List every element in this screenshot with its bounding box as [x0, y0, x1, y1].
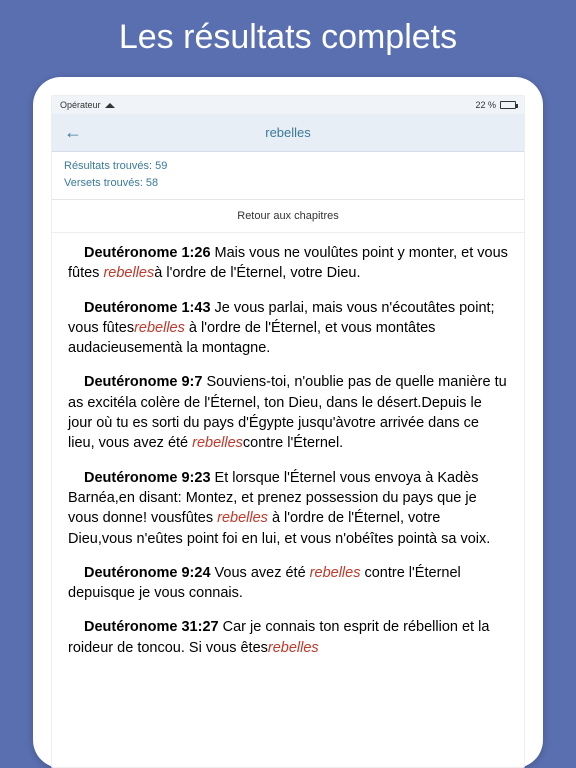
- verse-reference: Deutéronome 1:43: [84, 300, 211, 316]
- verse-item[interactable]: Deutéronome 1:26 Mais vous ne voulûtes p…: [68, 243, 508, 284]
- verse-item[interactable]: Deutéronome 9:7 Souviens-toi, n'oublie p…: [68, 372, 508, 453]
- battery-text: 22 %: [475, 100, 496, 110]
- verse-text-after: à l'ordre de l'Éternel, votre Dieu.: [154, 265, 360, 281]
- battery-icon: [500, 101, 516, 109]
- verse-text-after: contre l'Éternel.: [243, 435, 343, 451]
- verse-text-before: Vous avez été: [211, 565, 310, 581]
- results-count: Résultats trouvés: 59: [64, 158, 512, 175]
- verse-item[interactable]: Deutéronome 9:24 Vous avez été rebelles …: [68, 563, 508, 604]
- verse-reference: Deutéronome 31:27: [84, 619, 219, 635]
- status-right: 22 %: [475, 100, 516, 110]
- tablet-screen: Opérateur 22 % ← rebelles Résultats trou…: [51, 95, 525, 768]
- verses-count: Versets trouvés: 58: [64, 175, 512, 192]
- verse-item[interactable]: Deutéronome 9:23 Et lorsque l'Éternel vo…: [68, 468, 508, 549]
- wifi-icon: [105, 103, 115, 108]
- highlight-keyword: rebelles: [134, 320, 185, 336]
- verse-reference: Deutéronome 9:24: [84, 565, 211, 581]
- nav-bar: ← rebelles: [52, 114, 524, 152]
- highlight-keyword: rebelles: [103, 265, 154, 281]
- highlight-keyword: rebelles: [268, 640, 319, 656]
- verse-item[interactable]: Deutéronome 31:27 Car je connais ton esp…: [68, 617, 508, 658]
- nav-title: rebelles: [64, 125, 512, 140]
- verse-reference: Deutéronome 1:26: [84, 245, 211, 261]
- verse-item[interactable]: Deutéronome 1:43 Je vous parlai, mais vo…: [68, 298, 508, 359]
- tablet-frame: Opérateur 22 % ← rebelles Résultats trou…: [33, 77, 543, 768]
- stats-bar: Résultats trouvés: 59 Versets trouvés: 5…: [52, 152, 524, 200]
- highlight-keyword: rebelles: [217, 510, 268, 526]
- verse-reference: Deutéronome 9:7: [84, 374, 202, 390]
- results-list[interactable]: Deutéronome 1:26 Mais vous ne voulûtes p…: [52, 233, 524, 767]
- highlight-keyword: rebelles: [192, 435, 243, 451]
- verse-reference: Deutéronome 9:23: [84, 470, 211, 486]
- highlight-keyword: rebelles: [310, 565, 361, 581]
- return-to-chapters-link[interactable]: Retour aux chapitres: [52, 200, 524, 233]
- carrier-text: Opérateur: [60, 100, 101, 110]
- status-bar: Opérateur 22 %: [52, 96, 524, 114]
- hero-title: Les résultats complets: [119, 18, 457, 57]
- status-left: Opérateur: [60, 100, 115, 110]
